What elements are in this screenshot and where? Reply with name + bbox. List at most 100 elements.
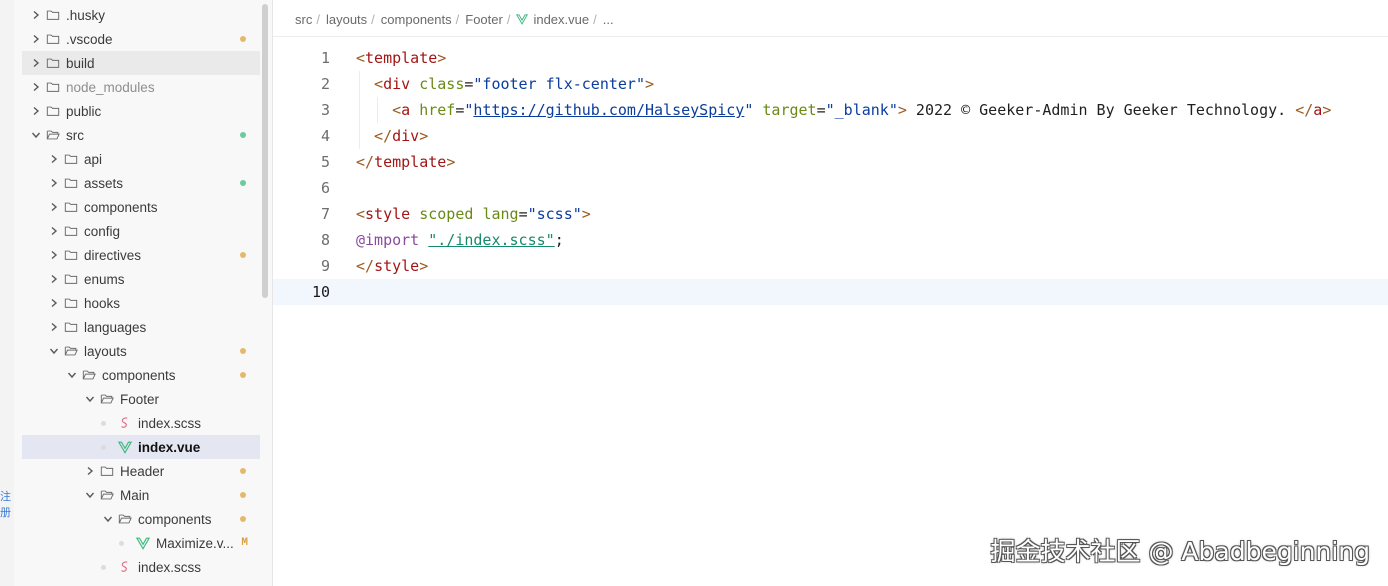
tree-folder[interactable]: enums — [22, 267, 260, 291]
code-editor[interactable]: src / layouts / components / Footer / index.vue /… — [273, 0, 1388, 586]
breadcrumb-item[interactable]: ... — [603, 12, 614, 27]
breadcrumb-separator: / — [455, 11, 460, 27]
code-token: style — [365, 205, 411, 223]
chevron-right-icon[interactable] — [46, 322, 62, 332]
chevron-down-icon[interactable] — [82, 394, 98, 404]
tree-folder[interactable]: .vscode — [22, 27, 260, 51]
chevron-right-icon[interactable] — [46, 298, 62, 308]
code-token: </ — [356, 257, 375, 275]
breadcrumb-item[interactable]: components — [381, 12, 452, 27]
code-token: < — [356, 49, 366, 67]
line-number: 9 — [320, 257, 330, 275]
modified-indicator — [240, 492, 246, 498]
tree-file[interactable]: index.vue — [22, 435, 260, 459]
chevron-down-icon[interactable] — [100, 514, 116, 524]
breadcrumb-item[interactable]: index.vue — [533, 12, 589, 27]
tree-folder[interactable]: build — [22, 51, 260, 75]
code-line[interactable]: 7 <style scoped lang="scss"> — [273, 201, 1388, 227]
code-line[interactable]: 8 @import "./index.scss"; — [273, 227, 1388, 253]
code-token[interactable]: "./index.scss" — [428, 231, 554, 249]
tree-file[interactable]: index.scss — [22, 411, 260, 435]
chevron-right-icon[interactable] — [28, 34, 44, 44]
line-number: 8 — [320, 231, 330, 249]
tree-folder[interactable]: hooks — [22, 291, 260, 315]
tree-item-label: .vscode — [66, 31, 113, 47]
line-number: 7 — [320, 205, 330, 223]
chevron-right-icon[interactable] — [46, 202, 62, 212]
tree-folder[interactable]: node_modules — [22, 75, 260, 99]
code-line[interactable]: 5 </template> — [273, 149, 1388, 175]
tree-folder[interactable]: components — [22, 363, 260, 387]
chevron-down-icon[interactable] — [28, 130, 44, 140]
indent-guide-dot — [100, 564, 116, 570]
folder-icon — [44, 56, 62, 70]
code-token: lang — [482, 205, 519, 223]
tree-folder[interactable]: Footer — [22, 387, 260, 411]
indent-guide-dot — [100, 444, 116, 450]
folder-icon — [44, 80, 62, 94]
code-token: "scss" — [527, 205, 582, 223]
code-token: scoped — [419, 205, 474, 223]
chevron-right-icon[interactable] — [28, 58, 44, 68]
breadcrumb-item[interactable]: layouts — [326, 12, 367, 27]
tree-item-label: components — [102, 367, 176, 383]
tree-item-label: Footer — [120, 391, 160, 407]
tree-folder[interactable]: api — [22, 147, 260, 171]
chevron-right-icon[interactable] — [28, 106, 44, 116]
code-token: > — [897, 101, 907, 119]
line-number: 10 — [311, 283, 330, 301]
chevron-right-icon[interactable] — [46, 226, 62, 236]
line-number: 5 — [320, 153, 330, 171]
chevron-right-icon[interactable] — [28, 82, 44, 92]
chevron-right-icon[interactable] — [82, 466, 98, 476]
chevron-right-icon[interactable] — [28, 10, 44, 20]
code-line[interactable]: 2 <div class="footer flx-center"> — [273, 71, 1388, 97]
tree-folder[interactable]: layouts — [22, 339, 260, 363]
git-status-badge: M — [241, 537, 248, 549]
code-line[interactable]: 3 <a href="https://github.com/HalseySpicy… — [273, 97, 1388, 123]
tree-folder[interactable]: .husky — [22, 3, 260, 27]
tree-item-label: node_modules — [66, 79, 155, 95]
code-token: < — [356, 205, 366, 223]
breadcrumb-item[interactable]: src — [295, 12, 312, 27]
code-line[interactable]: 4 </div> — [273, 123, 1388, 149]
code-text: <div class="footer flx-center"> — [374, 71, 654, 97]
tree-folder[interactable]: src — [22, 123, 260, 147]
code-line[interactable]: 10 — [273, 279, 1388, 305]
tree-folder[interactable]: Header — [22, 459, 260, 483]
code-line[interactable]: 1 <template> — [273, 45, 1388, 71]
tree-item-label: Header — [120, 463, 165, 479]
chevron-down-icon[interactable] — [64, 370, 80, 380]
code-token[interactable]: https://github.com/HalseySpicy — [473, 101, 744, 119]
tree-folder[interactable]: languages — [22, 315, 260, 339]
tree-item-label: public — [66, 103, 102, 119]
code-token: > — [437, 49, 447, 67]
code-token: target — [762, 101, 817, 119]
tree-item-label: languages — [84, 319, 147, 335]
chevron-right-icon[interactable] — [46, 274, 62, 284]
chevron-down-icon[interactable] — [82, 490, 98, 500]
code-line[interactable]: 6 — [273, 175, 1388, 201]
tree-folder[interactable]: public — [22, 99, 260, 123]
folder-icon — [44, 8, 62, 22]
folder-open-icon — [98, 488, 116, 502]
code-token: "footer flx-center" — [473, 75, 645, 93]
chevron-right-icon[interactable] — [46, 178, 62, 188]
chevron-right-icon[interactable] — [46, 154, 62, 164]
tree-folder[interactable]: config — [22, 219, 260, 243]
code-token: </ — [356, 153, 375, 171]
chevron-right-icon[interactable] — [46, 250, 62, 260]
tree-folder[interactable]: components — [22, 507, 260, 531]
tree-folder[interactable]: components — [22, 195, 260, 219]
tree-file[interactable]: Maximize.v... M — [22, 531, 260, 555]
folder-icon — [62, 248, 80, 262]
tree-file[interactable]: index.scss — [22, 555, 260, 579]
tree-folder[interactable]: assets — [22, 171, 260, 195]
tree-folder[interactable]: Main — [22, 483, 260, 507]
chevron-down-icon[interactable] — [46, 346, 62, 356]
code-line[interactable]: 9 </style> — [273, 253, 1388, 279]
tree-folder[interactable]: directives — [22, 243, 260, 267]
breadcrumb-item[interactable]: Footer — [465, 12, 503, 27]
explorer-scrollbar[interactable] — [262, 4, 268, 298]
